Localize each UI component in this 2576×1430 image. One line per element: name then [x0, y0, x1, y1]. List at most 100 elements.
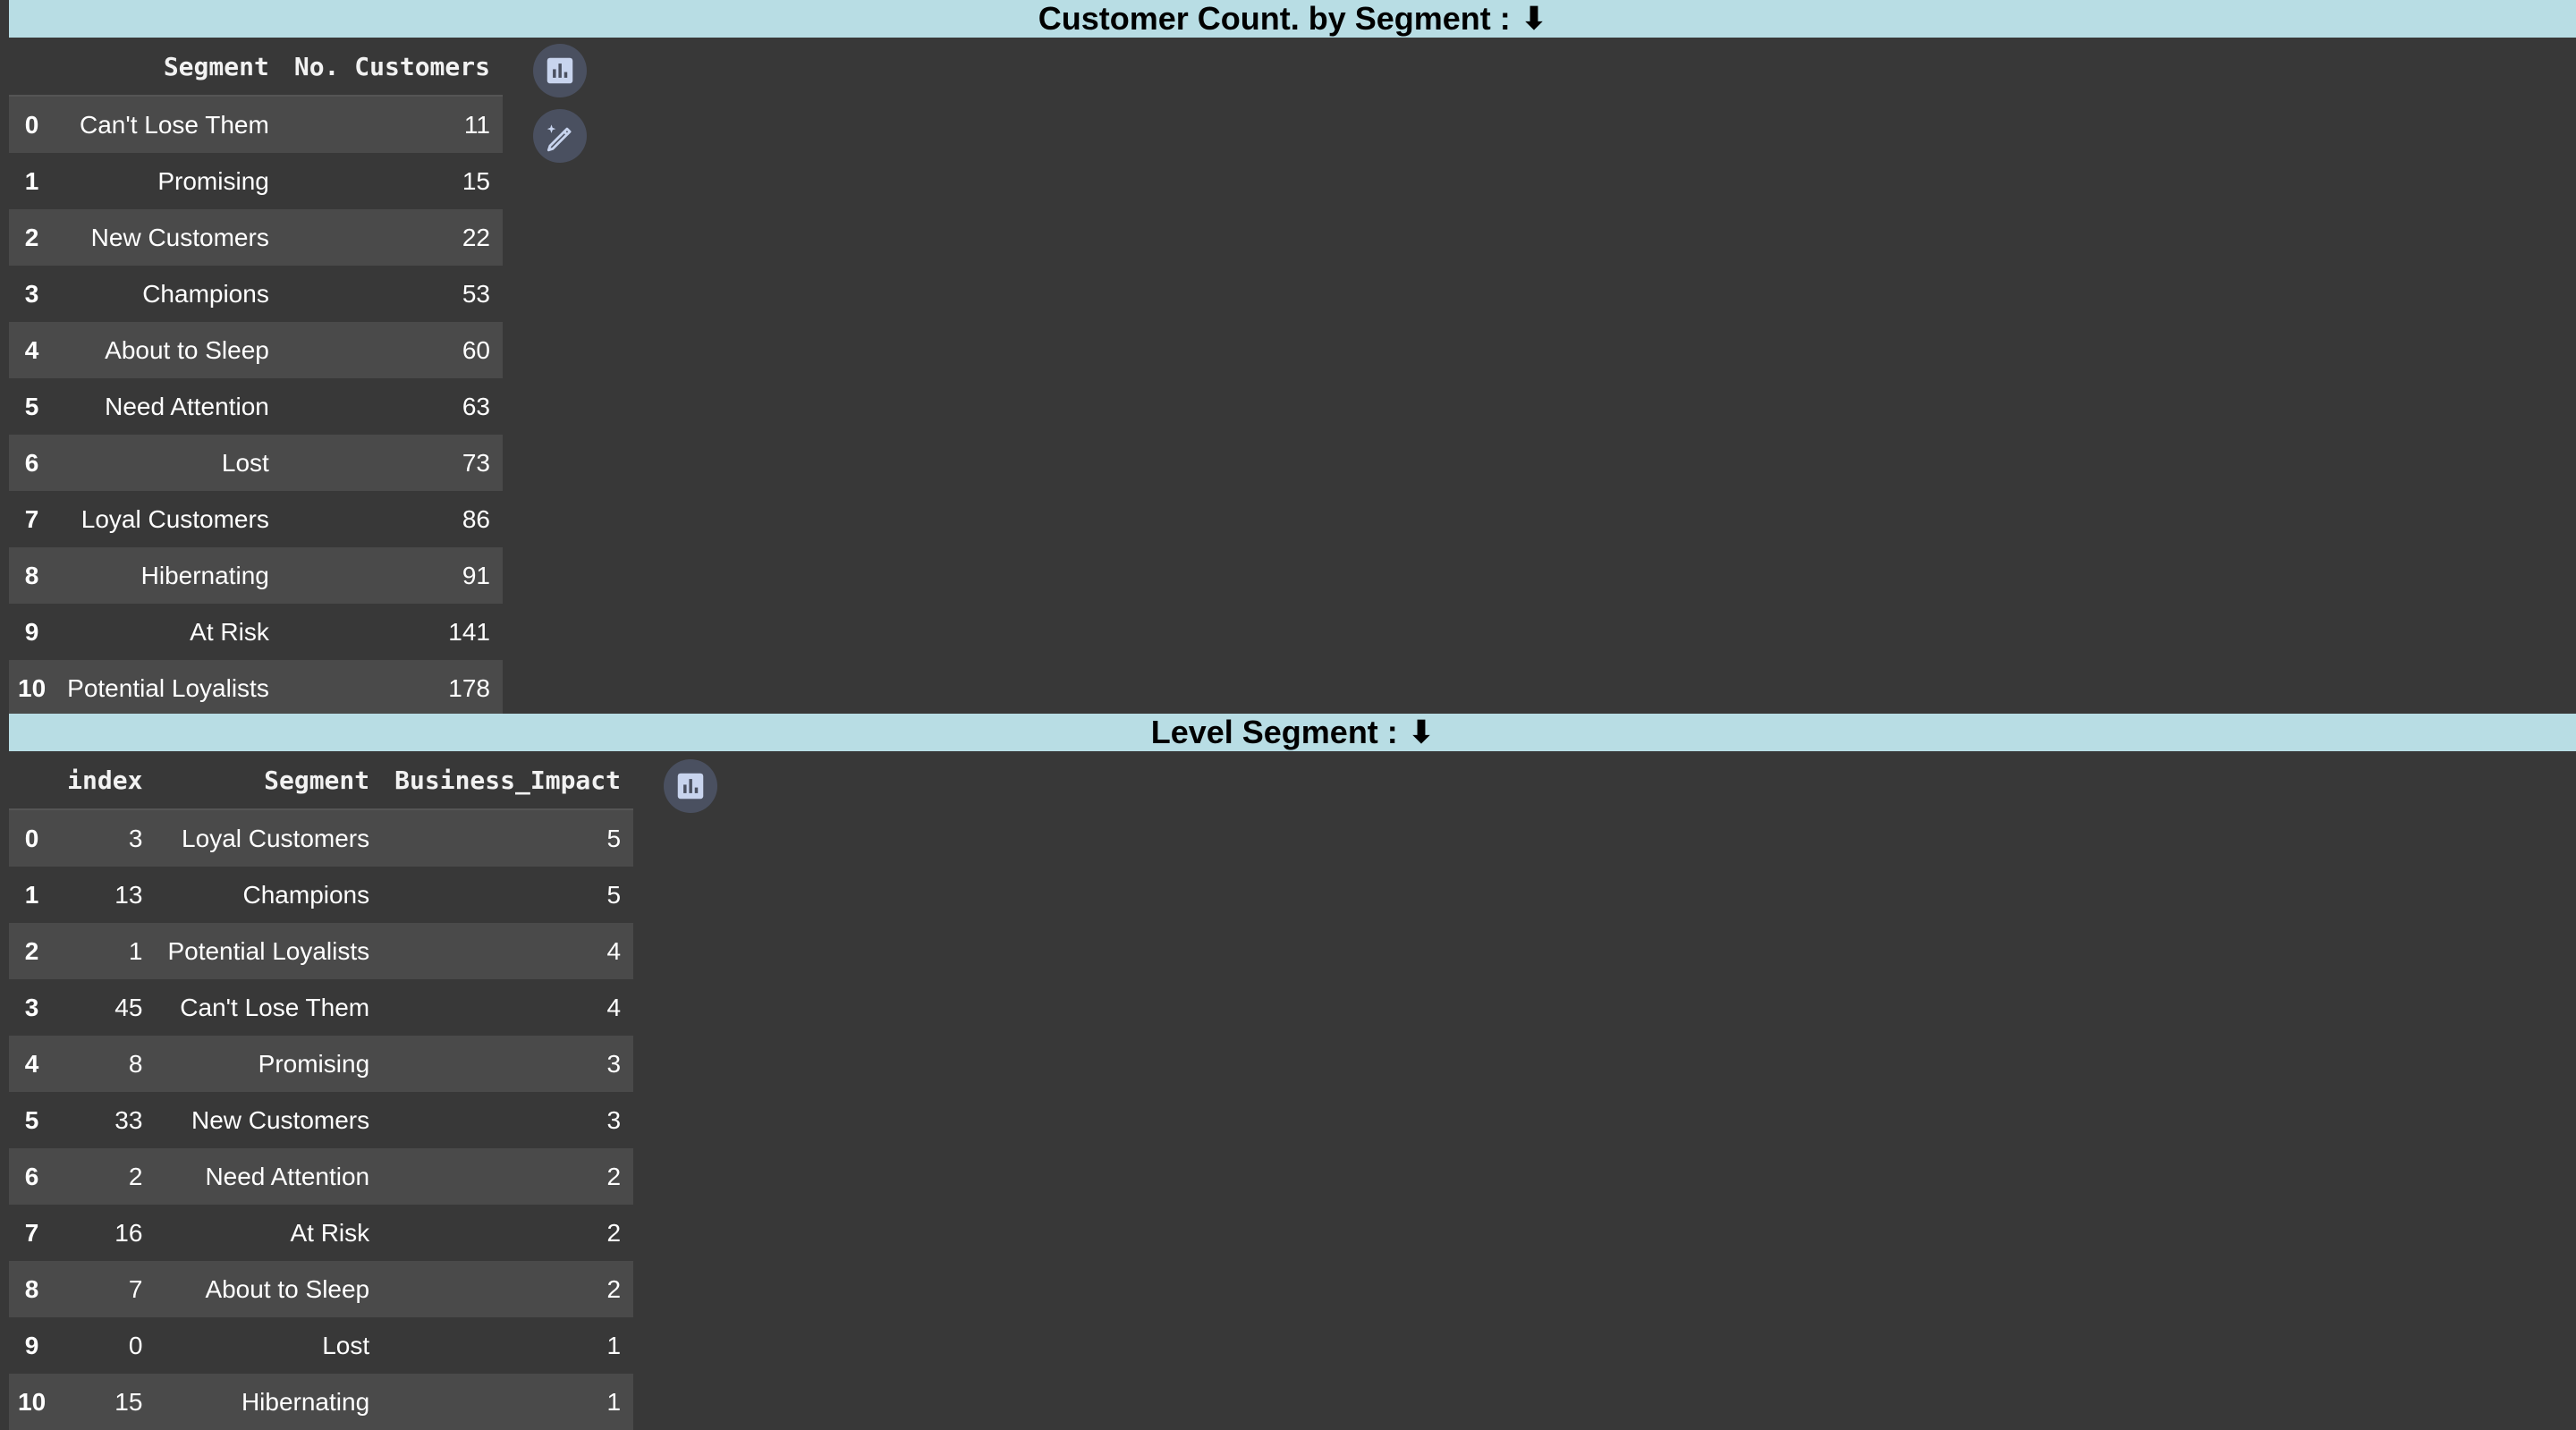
table-cell: Loyal Customers: [182, 824, 370, 852]
table-cell: Promising: [258, 1049, 370, 1078]
table-cell: 178: [448, 673, 490, 702]
table-cell: 2: [128, 1162, 143, 1190]
table-cell: 8: [128, 1049, 143, 1078]
index-header: [9, 751, 55, 810]
banner-title: Customer Count. by Segment :: [1038, 0, 1511, 37]
dataframe-level-segment: index Segment Business_Impact 0 3 Loyal Cust…: [9, 751, 634, 1430]
table-cell: 73: [462, 448, 490, 477]
table-cell: 45: [114, 993, 143, 1021]
table-cell: 91: [462, 561, 490, 589]
row-index: 0: [24, 824, 39, 852]
row-index: 5: [24, 392, 39, 420]
column-header: Segment: [55, 38, 282, 97]
row-index: 8: [24, 1274, 39, 1303]
table-cell: 7: [128, 1274, 143, 1303]
row-index: 10: [18, 1387, 47, 1416]
table-cell: Champions: [142, 279, 269, 308]
table-row: 6 2 Need Attention 2: [9, 1148, 634, 1205]
table-cell: Need Attention: [105, 392, 269, 420]
table-cell: 53: [462, 279, 490, 308]
row-index: 1: [24, 880, 39, 909]
table-cell: 1: [606, 1331, 622, 1359]
chart-suggestion-button[interactable]: [533, 44, 587, 97]
table-cell: 0: [128, 1331, 143, 1359]
table-row: 2 New Customers 22: [9, 209, 503, 266]
row-index: 3: [24, 993, 39, 1021]
table-row: 10 15 Hibernating 1: [9, 1374, 634, 1430]
table-row: 1 13 Champions 5: [9, 867, 634, 923]
table-cell: 2: [606, 1218, 622, 1247]
banner-title: Level Segment :: [1150, 714, 1398, 750]
column-header: index: [55, 751, 156, 810]
table-row: 4 8 Promising 3: [9, 1036, 634, 1092]
table-row: 3 45 Can't Lose Them 4: [9, 979, 634, 1036]
row-index: 3: [24, 279, 39, 308]
row-index: 8: [24, 561, 39, 589]
table-cell: 33: [114, 1105, 143, 1134]
index-header: [9, 38, 55, 97]
table-cell: 1: [128, 936, 143, 965]
table-cell: 15: [114, 1387, 143, 1416]
table-cell: 63: [462, 392, 490, 420]
bar-chart-icon: [677, 773, 704, 800]
row-index: 10: [18, 673, 47, 702]
table-cell: 5: [606, 880, 622, 909]
row-index: 0: [24, 110, 39, 139]
table-row: 4 About to Sleep 60: [9, 322, 503, 378]
table-cell: 5: [606, 824, 622, 852]
table-cell: Potential Loyalists: [67, 673, 269, 702]
table-cell: Hibernating: [140, 561, 269, 589]
table-cell: About to Sleep: [105, 335, 269, 364]
down-arrow-icon: ⬇: [1521, 2, 1547, 36]
table-row: 8 7 About to Sleep 2: [9, 1261, 634, 1317]
table-cell: Potential Loyalists: [167, 936, 370, 965]
table-cell: 3: [606, 1049, 622, 1078]
table-cell: Champions: [242, 880, 370, 909]
column-header: Segment: [155, 751, 383, 810]
table-header-row: index Segment Business_Impact: [9, 751, 634, 810]
chart-suggestion-button[interactable]: [664, 759, 717, 813]
table-cell: 86: [462, 504, 490, 533]
bar-chart-icon: [547, 57, 573, 84]
row-index: 4: [24, 1049, 39, 1078]
table-row: 6 Lost 73: [9, 435, 503, 491]
section-banner-customer-count: Customer Count. by Segment : ⬇: [9, 0, 2576, 38]
table-cell: Lost: [221, 448, 269, 477]
table-cell: 11: [463, 110, 490, 139]
row-index: 9: [24, 1331, 39, 1359]
row-index: 2: [24, 936, 39, 965]
row-index: 7: [24, 504, 39, 533]
table-cell: New Customers: [90, 223, 269, 251]
table-cell: New Customers: [191, 1105, 370, 1134]
row-index: 6: [24, 1162, 39, 1190]
dataframe-customer-count: Segment No. Customers 0 Can't Lose Them 11 1…: [9, 38, 503, 716]
table-cell: Lost: [322, 1331, 370, 1359]
row-index: 4: [24, 335, 39, 364]
table-cell: 3: [128, 824, 143, 852]
table-row: 5 Need Attention 63: [9, 378, 503, 435]
table-row: 0 3 Loyal Customers 5: [9, 809, 634, 867]
row-index: 1: [24, 166, 39, 195]
table-row: 10 Potential Loyalists 178: [9, 660, 503, 716]
table-cell: 2: [606, 1162, 622, 1190]
table-header-row: Segment No. Customers: [9, 38, 503, 97]
table-cell: Can't Lose Them: [180, 993, 370, 1021]
column-header: No. Customers: [281, 38, 503, 97]
row-index: 9: [24, 617, 39, 646]
row-index: 7: [24, 1218, 39, 1247]
table-cell: Need Attention: [205, 1162, 370, 1190]
column-header: Business_Impact: [382, 751, 634, 810]
table-cell: Hibernating: [241, 1387, 370, 1416]
row-index: 5: [24, 1105, 39, 1134]
table-cell: 16: [114, 1218, 143, 1247]
magic-edit-button[interactable]: [533, 109, 587, 163]
table-cell: 3: [606, 1105, 622, 1134]
table-row: 0 Can't Lose Them 11: [9, 96, 503, 153]
table-cell: 22: [462, 223, 490, 251]
row-index: 2: [24, 223, 39, 251]
table-row: 3 Champions 53: [9, 266, 503, 322]
table-cell: Loyal Customers: [80, 504, 269, 533]
table-cell: At Risk: [290, 1218, 370, 1247]
table-cell: 15: [462, 166, 490, 195]
table-cell: 13: [114, 880, 143, 909]
